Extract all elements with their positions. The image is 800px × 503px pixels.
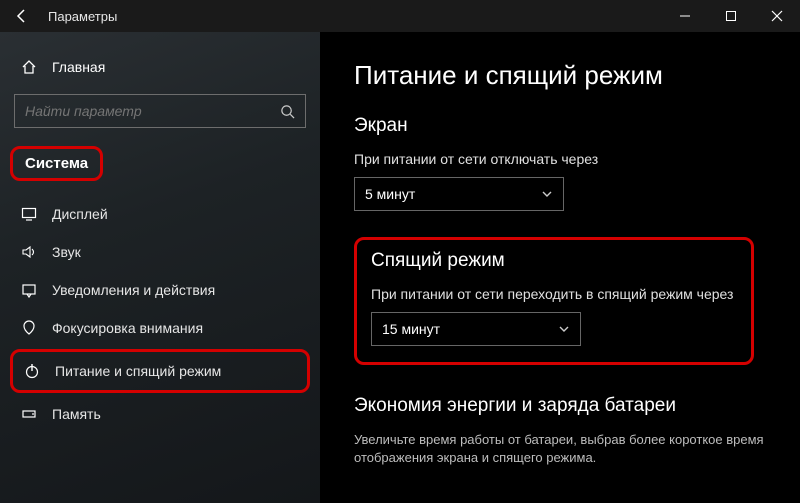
sidebar-item-label: Память bbox=[52, 406, 101, 422]
sleep-label: При питании от сети переходить в спящий … bbox=[371, 286, 737, 302]
storage-icon bbox=[20, 405, 38, 423]
power-icon bbox=[23, 362, 41, 380]
chevron-down-icon bbox=[541, 188, 553, 200]
maximize-button[interactable] bbox=[708, 0, 754, 32]
minimize-icon bbox=[679, 10, 691, 22]
arrow-left-icon bbox=[14, 8, 30, 24]
screen-timeout-value: 5 минут bbox=[365, 186, 415, 202]
sidebar-home[interactable]: Главная bbox=[0, 50, 320, 94]
notifications-icon bbox=[20, 281, 38, 299]
sidebar: Главная Система Дисплей Звук bbox=[0, 32, 320, 503]
back-button[interactable] bbox=[0, 8, 44, 24]
titlebar: Параметры bbox=[0, 0, 800, 32]
sidebar-item-label: Питание и спящий режим bbox=[55, 363, 221, 379]
sleep-section-highlight: Спящий режим При питании от сети переход… bbox=[354, 237, 754, 365]
sidebar-item-storage[interactable]: Память bbox=[0, 395, 320, 433]
battery-text: Увеличьте время работы от батареи, выбра… bbox=[354, 431, 766, 467]
sidebar-item-power[interactable]: Питание и спящий режим bbox=[10, 349, 310, 393]
close-icon bbox=[771, 10, 783, 22]
sidebar-item-display[interactable]: Дисплей bbox=[0, 195, 320, 233]
sound-icon bbox=[20, 243, 38, 261]
screen-timeout-select[interactable]: 5 минут bbox=[354, 177, 564, 211]
sidebar-home-label: Главная bbox=[52, 59, 105, 75]
sleep-heading: Спящий режим bbox=[371, 250, 737, 272]
sidebar-item-label: Фокусировка внимания bbox=[52, 320, 203, 336]
focus-icon bbox=[20, 319, 38, 337]
screen-heading: Экран bbox=[354, 115, 766, 137]
battery-heading: Экономия энергии и заряда батареи bbox=[354, 395, 766, 417]
search-input-container[interactable] bbox=[14, 94, 306, 128]
main-panel: Питание и спящий режим Экран При питании… bbox=[320, 32, 800, 503]
search-input[interactable] bbox=[25, 103, 280, 119]
screen-label: При питании от сети отключать через bbox=[354, 151, 766, 167]
sidebar-item-label: Дисплей bbox=[52, 206, 108, 222]
sidebar-section-system[interactable]: Система bbox=[10, 146, 103, 181]
chevron-down-icon bbox=[558, 323, 570, 335]
sidebar-item-sound[interactable]: Звук bbox=[0, 233, 320, 271]
sleep-timeout-select[interactable]: 15 минут bbox=[371, 312, 581, 346]
sidebar-item-focus[interactable]: Фокусировка внимания bbox=[0, 309, 320, 347]
minimize-button[interactable] bbox=[662, 0, 708, 32]
sidebar-nav: Дисплей Звук Уведомления и действия Фоку… bbox=[0, 195, 320, 433]
sidebar-item-label: Звук bbox=[52, 244, 81, 260]
search-icon bbox=[280, 104, 295, 119]
display-icon bbox=[20, 205, 38, 223]
page-title: Питание и спящий режим bbox=[354, 60, 766, 91]
sleep-timeout-value: 15 минут bbox=[382, 321, 440, 337]
sidebar-item-label: Уведомления и действия bbox=[52, 282, 215, 298]
close-button[interactable] bbox=[754, 0, 800, 32]
window-title: Параметры bbox=[44, 9, 662, 24]
maximize-icon bbox=[725, 10, 737, 22]
home-icon bbox=[20, 58, 38, 76]
battery-section: Экономия энергии и заряда батареи Увелич… bbox=[354, 395, 766, 467]
sidebar-item-notifications[interactable]: Уведомления и действия bbox=[0, 271, 320, 309]
